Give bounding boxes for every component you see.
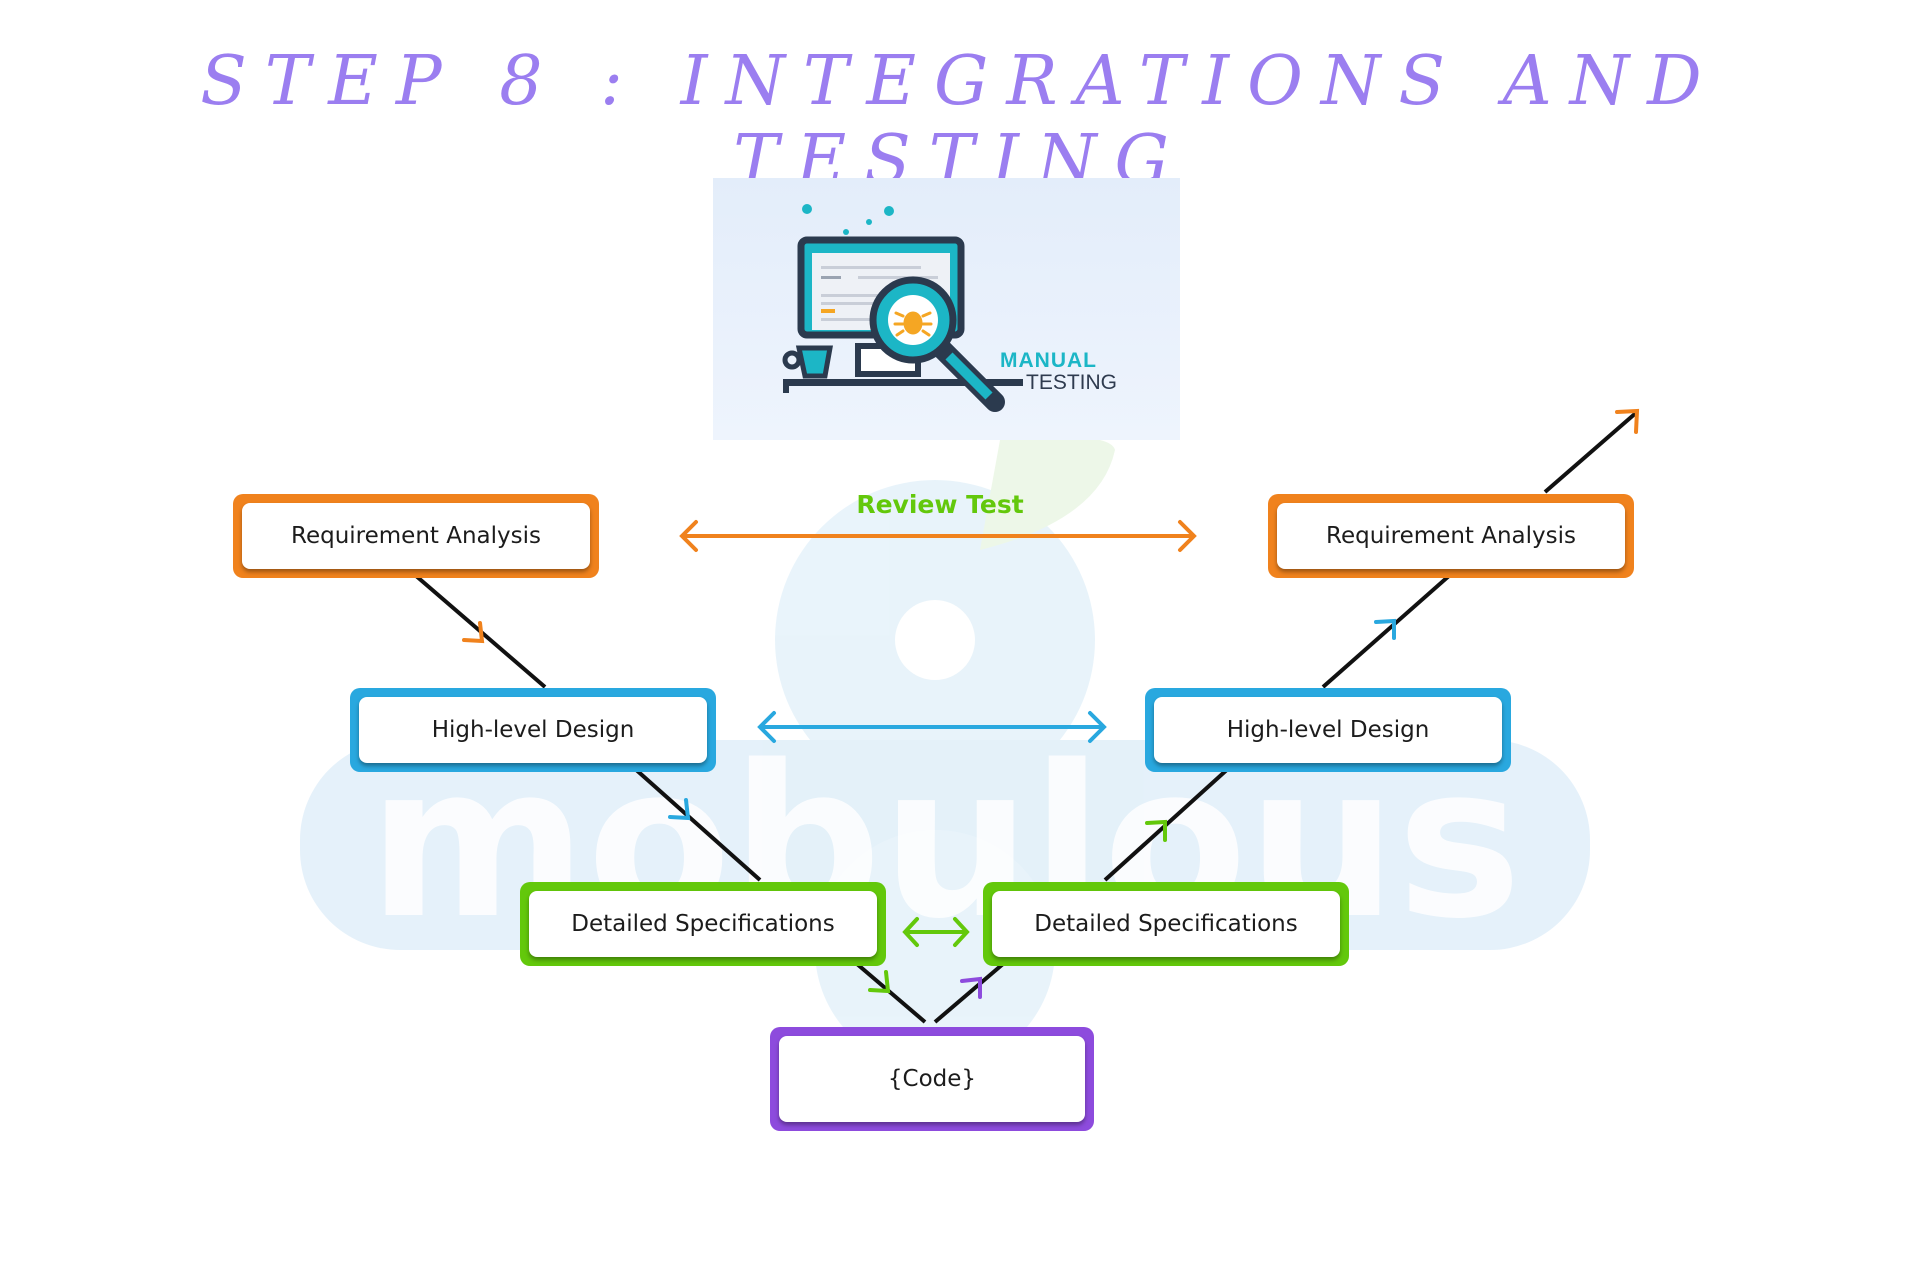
connector-design-to-req-right (1321, 573, 1452, 689)
left-design-box: High-level Design (350, 688, 716, 772)
right-requirement-box: Requirement Analysis (1268, 494, 1634, 578)
connector-design-to-spec-left (631, 765, 762, 882)
right-requirement-label: Requirement Analysis (1277, 503, 1625, 569)
right-specifications-label: Detailed Specifications (992, 891, 1340, 957)
code-label: {Code} (779, 1036, 1085, 1122)
right-specifications-box: Detailed Specifications (983, 882, 1349, 966)
left-requirement-label: Requirement Analysis (242, 503, 590, 569)
connector-code-to-spec-right (933, 956, 1012, 1024)
code-box: {Code} (770, 1027, 1094, 1131)
left-design-label: High-level Design (359, 697, 707, 763)
review-test-label: Review Test (856, 490, 1024, 519)
right-design-label: High-level Design (1154, 697, 1502, 763)
right-design-box: High-level Design (1145, 688, 1511, 772)
connector-req-exit-right (1543, 410, 1639, 494)
left-specifications-label: Detailed Specifications (529, 891, 877, 957)
left-requirement-box: Requirement Analysis (233, 494, 599, 578)
connector-spec-to-design-right (1103, 765, 1232, 882)
left-specifications-box: Detailed Specifications (520, 882, 886, 966)
